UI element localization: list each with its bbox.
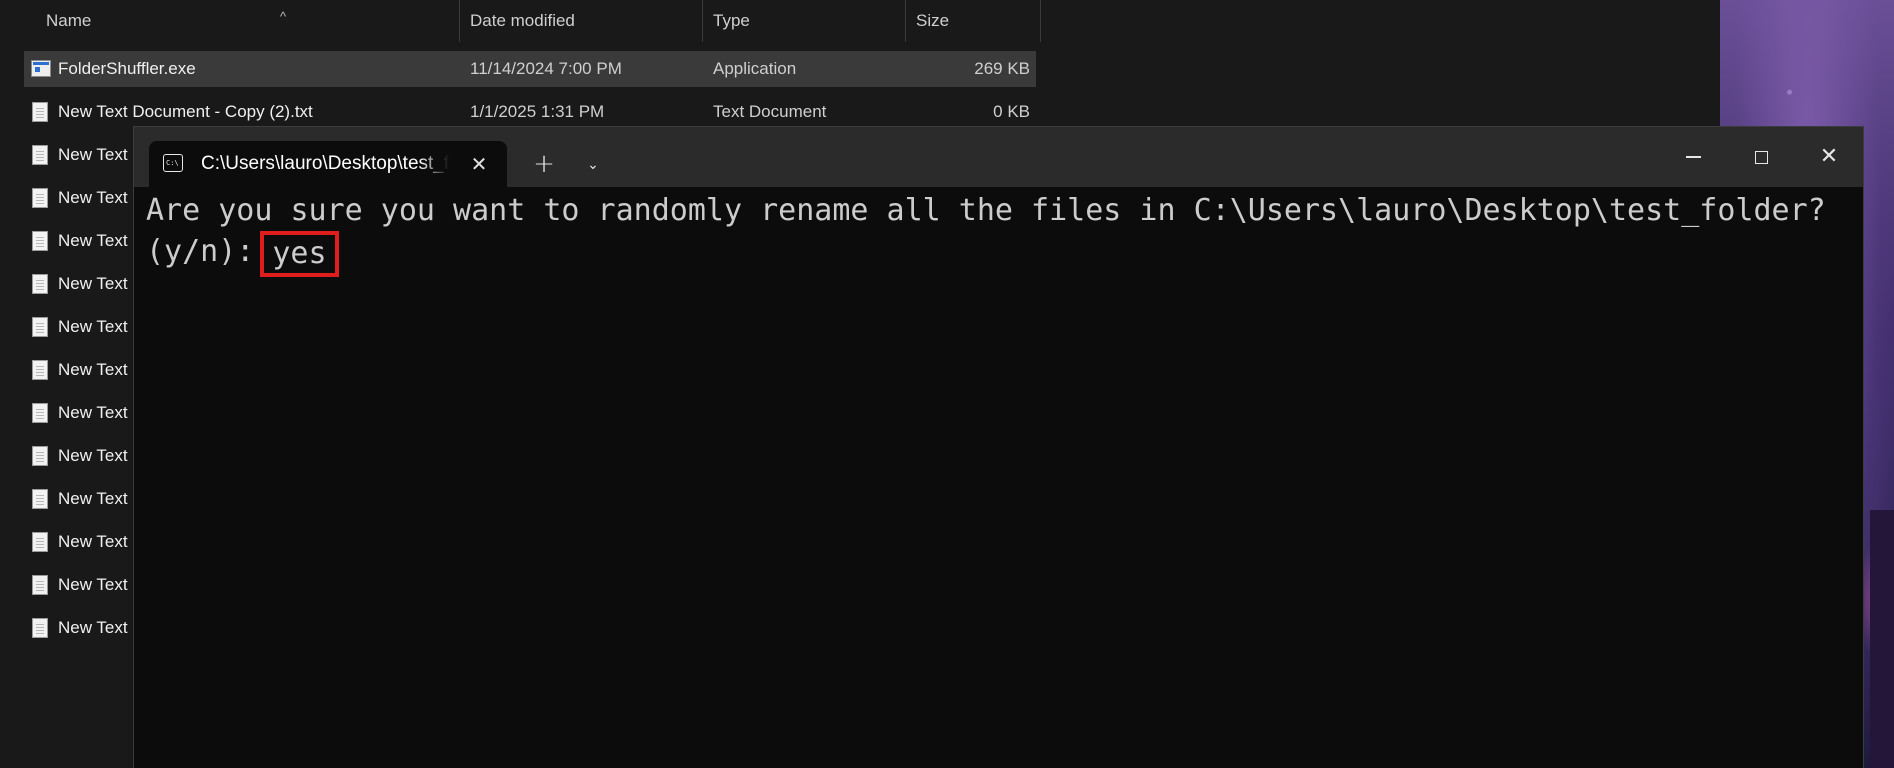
maximize-button[interactable]	[1726, 127, 1796, 187]
user-input-text: yes	[272, 236, 327, 271]
tab-title: C:\Users\lauro\Desktop\test_folder	[201, 153, 449, 174]
text-file-icon	[32, 489, 48, 509]
text-file-icon	[32, 102, 48, 122]
file-name: New Text	[58, 446, 128, 465]
column-header-name[interactable]: Name ^	[36, 0, 460, 42]
text-file-icon	[32, 360, 48, 380]
user-input-highlight: yes	[260, 231, 339, 277]
text-file-icon	[32, 231, 48, 251]
file-type: Application	[713, 59, 797, 78]
tab-close-icon[interactable]: ✕	[467, 152, 491, 176]
text-file-icon	[32, 446, 48, 466]
wallpaper-mountain	[1870, 510, 1894, 768]
text-file-icon	[32, 145, 48, 165]
console-output[interactable]: Are you sure you want to randomly rename…	[146, 193, 1851, 277]
file-name: New Text	[58, 188, 128, 207]
column-header-type[interactable]: Type	[703, 0, 906, 42]
text-file-icon	[32, 317, 48, 337]
terminal-tab[interactable]: C:\ C:\Users\lauro\Desktop\test_folder ✕	[149, 141, 507, 187]
file-size: 0 KB	[993, 102, 1030, 121]
file-name: New Text	[58, 532, 128, 551]
prompt-yn-label: (y/n):	[146, 234, 255, 269]
file-date-modified: 11/14/2024 7:00 PM	[470, 59, 622, 78]
tab-dropdown-chevron-icon[interactable]: ⌄	[578, 147, 608, 183]
text-file-icon	[32, 403, 48, 423]
file-row[interactable]: New Text Document - Copy (2).txt 1/1/2025…	[24, 94, 1036, 130]
file-type: Text Document	[713, 102, 827, 121]
column-header-name-label: Name	[46, 11, 92, 30]
prompt-line-2: (y/n): yes	[146, 229, 1851, 277]
prompt-line-1: Are you sure you want to randomly rename…	[146, 193, 1826, 228]
command-prompt-icon: C:\	[163, 154, 183, 172]
file-name: New Text	[58, 274, 128, 293]
file-name: New Text Document - Copy (2).txt	[58, 102, 313, 121]
file-name: New Text	[58, 231, 128, 250]
column-header-size-label: Size	[916, 11, 950, 30]
new-tab-button[interactable]: +	[526, 147, 562, 183]
text-file-icon	[32, 618, 48, 638]
file-name: New Text	[58, 145, 128, 164]
text-file-icon	[32, 274, 48, 294]
terminal-titlebar[interactable]: C:\ C:\Users\lauro\Desktop\test_folder ✕…	[134, 127, 1863, 187]
column-header-date[interactable]: Date modified	[460, 0, 703, 42]
file-size: 269 KB	[974, 59, 1030, 78]
terminal-window: C:\ C:\Users\lauro\Desktop\test_folder ✕…	[133, 126, 1864, 768]
column-header-date-label: Date modified	[470, 11, 575, 30]
file-name: FolderShuffler.exe	[58, 59, 196, 78]
column-header-type-label: Type	[713, 11, 750, 30]
exe-icon	[31, 60, 51, 77]
file-name: New Text	[58, 403, 128, 422]
file-name: New Text	[58, 360, 128, 379]
minimize-button[interactable]	[1658, 127, 1728, 187]
file-name: New Text	[58, 618, 128, 637]
maximize-icon	[1754, 150, 1768, 164]
file-name: New Text	[58, 489, 128, 508]
file-row[interactable]: FolderShuffler.exe 11/14/2024 7:00 PM Appl…	[24, 51, 1036, 87]
file-name: New Text	[58, 575, 128, 594]
file-name: New Text	[58, 317, 128, 336]
sort-ascending-icon: ^	[280, 9, 287, 24]
file-date-modified: 1/1/2025 1:31 PM	[470, 102, 605, 121]
close-window-button[interactable]: ✕	[1794, 127, 1864, 187]
column-header-size[interactable]: Size	[906, 0, 1041, 42]
text-file-icon	[32, 575, 48, 595]
text-file-icon	[32, 188, 48, 208]
minimize-icon	[1685, 156, 1701, 158]
text-file-icon	[32, 532, 48, 552]
